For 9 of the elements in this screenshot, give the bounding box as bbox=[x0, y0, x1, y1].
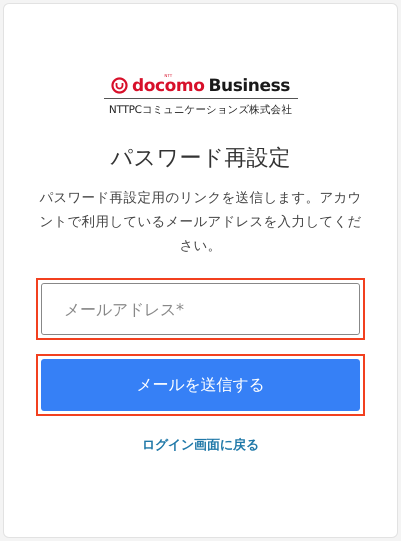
company-name: NTTPCコミュニケーションズ株式会社 bbox=[108, 103, 292, 118]
send-email-button[interactable]: メールを送信する bbox=[41, 359, 360, 412]
smile-ring-icon bbox=[111, 77, 128, 94]
logo-brand-text: docomo bbox=[132, 78, 204, 95]
page-title: パスワード再設定 bbox=[110, 144, 290, 172]
back-to-login-link[interactable]: ログイン画面に戻る bbox=[142, 436, 259, 456]
email-field[interactable]: メールアドレス* bbox=[41, 283, 360, 336]
description-text: パスワード再設定用のリンクを送信します。アカウントで利用しているメールアドレスを入力してください。 bbox=[38, 189, 362, 256]
logo-suffix-text: Business bbox=[208, 78, 290, 95]
